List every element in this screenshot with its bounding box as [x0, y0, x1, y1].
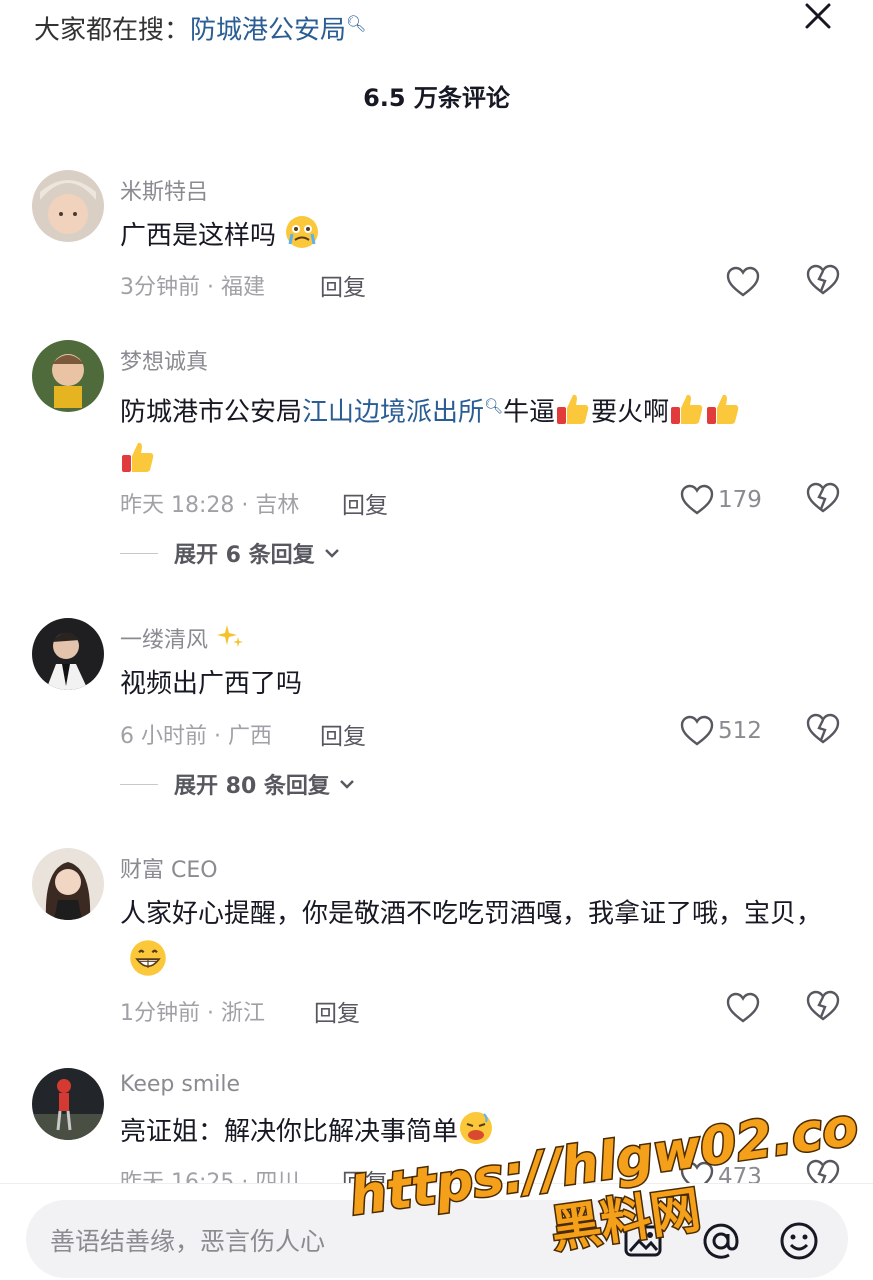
like-button[interactable]: [726, 264, 760, 300]
thumbs-up-emoji-icon: [557, 394, 589, 424]
top-bar: 大家都在搜：防城港公安局🔍︎: [0, 0, 873, 50]
sparkles-icon: [217, 625, 244, 647]
username[interactable]: 米斯特吕: [120, 174, 208, 206]
close-button[interactable]: [798, 0, 838, 36]
comment-item: 米斯特吕 广西是这样吗 3分钟前 · 福建 回复: [0, 168, 873, 318]
reply-button[interactable]: 回复: [342, 486, 388, 520]
avatar[interactable]: [32, 618, 104, 690]
divider: [120, 783, 158, 785]
username[interactable]: 一缕清风: [120, 622, 245, 654]
dislike-button[interactable]: [806, 990, 842, 1026]
comment-text-part: 要火啊: [591, 397, 670, 428]
dislike-button[interactable]: [806, 482, 842, 518]
crying-face-emoji-icon: [286, 216, 319, 248]
close-icon: [805, 3, 831, 29]
comment-text-body: 人家好心提醒，你是敬酒不吃吃罚酒嘎，我拿证了哦，宝贝，: [120, 899, 823, 929]
comment-text-part: 防城港市公安局: [120, 397, 303, 428]
like-button[interactable]: 179: [680, 482, 762, 518]
chevron-down-icon: [324, 549, 339, 558]
username[interactable]: 财富 CEO: [120, 852, 218, 884]
comment-text: 防城港市公安局江山边境派出所🔍︎牛逼 要火啊: [120, 382, 840, 485]
username[interactable]: 梦想诚真: [120, 344, 208, 376]
comment-item: 一缕清风 视频出广西了吗 6 小时前 · 广西 回复 512 展开 80 条回复: [0, 618, 873, 808]
reply-button[interactable]: 回复: [320, 268, 366, 302]
chevron-down-icon: [340, 780, 354, 789]
comment-text: 视频出广西了吗: [120, 669, 303, 699]
broken-heart-icon: [806, 713, 840, 744]
grinning-face-emoji-icon: [130, 940, 166, 976]
search-icon: 🔍︎: [484, 397, 504, 415]
expand-replies-button[interactable]: 展开 6 条回复: [120, 538, 343, 568]
broken-heart-icon: [806, 990, 840, 1021]
expand-replies-label: 展开 6 条回复: [174, 543, 315, 568]
watermark: https://hlgw02.com 黑料网: [344, 1100, 860, 1260]
comment-meta: 昨天 18:28 · 吉林: [120, 493, 300, 518]
thumbs-up-emoji-icon: [671, 394, 703, 424]
comment-input-placeholder: 善语结善缘，恶言伤人心: [50, 1227, 326, 1256]
like-count: 179: [718, 487, 762, 513]
comment-count: 6.5 万条评论: [363, 84, 510, 112]
username-text: 一缕清风: [120, 628, 209, 653]
like-count: 512: [718, 718, 762, 744]
broken-heart-icon: [806, 264, 840, 295]
reply-button[interactable]: 回复: [320, 717, 366, 751]
search-suggestion-label: 大家都在搜：: [34, 15, 191, 46]
username[interactable]: Keep smile: [120, 1072, 240, 1097]
comment-meta: 昨天 16:25 · 四川: [120, 1170, 300, 1183]
dislike-button[interactable]: [806, 264, 842, 300]
thumbs-up-emoji-icon: [707, 394, 739, 424]
search-icon: 🔍︎: [346, 14, 367, 33]
dislike-button[interactable]: [806, 713, 842, 749]
heart-icon: [680, 484, 714, 515]
comment-item: 财富 CEO 人家好心提醒，你是敬酒不吃吃罚酒嘎，我拿证了哦，宝贝， 1分钟前 …: [0, 848, 873, 1038]
divider: [120, 552, 158, 554]
expand-replies-label: 展开 80 条回复: [174, 774, 330, 799]
comment-item: 梦想诚真 防城港市公安局江山边境派出所🔍︎牛逼 要火啊 昨天 18:28 · 吉林…: [0, 340, 873, 580]
avatar[interactable]: [32, 1068, 104, 1140]
heart-icon: [680, 715, 714, 746]
comment-meta: 1分钟前 · 浙江: [120, 1001, 265, 1026]
comment-meta: 6 小时前 · 广西: [120, 724, 272, 749]
comment-text-part: 牛逼: [503, 397, 556, 428]
place-link[interactable]: 江山边境派出所: [302, 398, 484, 428]
comment-text-body: 广西是这样吗: [120, 221, 277, 251]
heart-icon: [726, 266, 760, 297]
avatar[interactable]: [32, 848, 104, 920]
reply-button[interactable]: 回复: [314, 994, 360, 1028]
expand-replies-button[interactable]: 展开 80 条回复: [120, 769, 358, 799]
like-button[interactable]: 512: [680, 713, 762, 749]
comment-meta: 3分钟前 · 福建: [120, 275, 265, 300]
like-button[interactable]: [726, 990, 760, 1026]
avatar[interactable]: [32, 340, 104, 412]
search-keyword-link[interactable]: 防城港公安局: [190, 16, 346, 46]
avatar[interactable]: [32, 170, 104, 242]
comment-text: 人家好心提醒，你是敬酒不吃吃罚酒嘎，我拿证了哦，宝贝，: [120, 890, 840, 988]
comment-text: 广西是这样吗: [120, 212, 840, 260]
broken-heart-icon: [806, 482, 840, 513]
thumbs-up-emoji-icon: [122, 442, 154, 472]
heart-icon: [726, 992, 760, 1023]
search-suggestion[interactable]: 大家都在搜：防城港公安局🔍︎: [34, 6, 366, 49]
